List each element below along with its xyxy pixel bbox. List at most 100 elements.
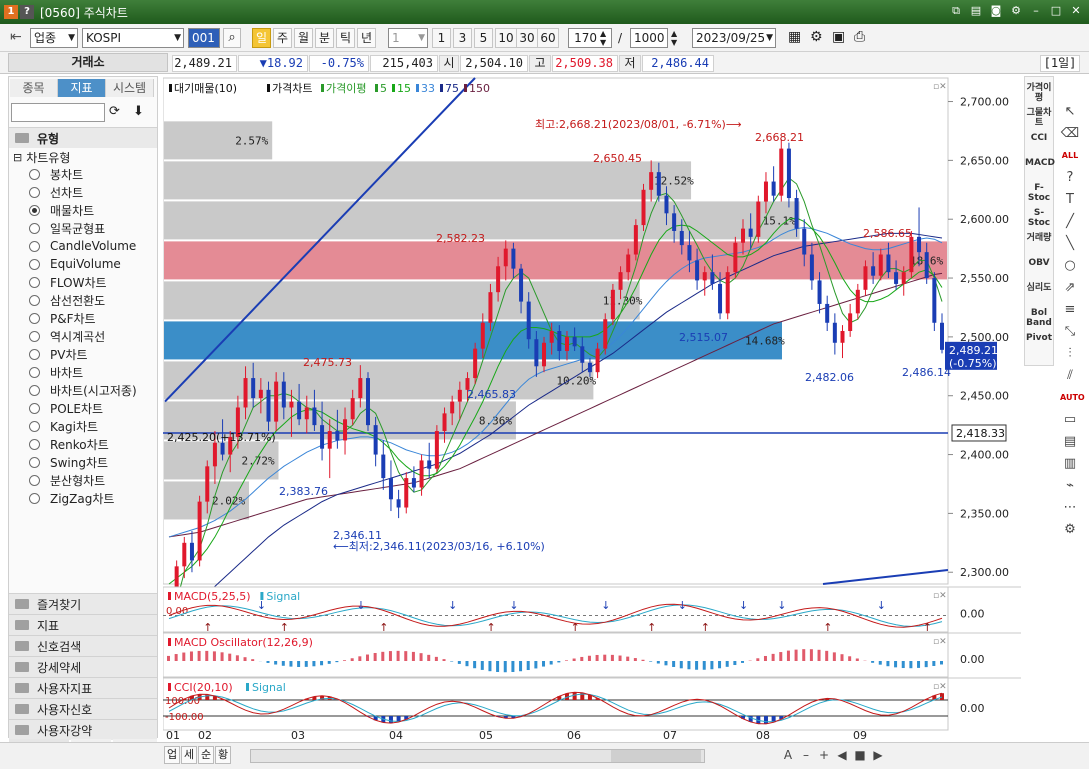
view-mode-button[interactable]: 세 (181, 746, 197, 764)
minimize-icon[interactable]: – (1029, 4, 1043, 18)
legend-item[interactable]: 33 (421, 82, 435, 95)
chart-type-option[interactable]: 분산형차트 (29, 471, 105, 489)
settings-icon[interactable]: ⚙ (1009, 4, 1023, 18)
period-button[interactable]: 분 (315, 28, 334, 48)
scroll-thumb[interactable] (611, 750, 701, 762)
indicator-shortcut[interactable]: F-Stoc (1025, 183, 1053, 205)
chart-type-option[interactable]: 봉차트 (29, 165, 83, 183)
count-button[interactable]: 30 (516, 28, 538, 48)
drawing-tool-icon[interactable]: ▭ (1060, 410, 1080, 430)
chart-type-option[interactable]: Renko차트 (29, 435, 109, 453)
sidebar-section[interactable]: 사용자강약 (9, 719, 157, 740)
drawing-tool-icon[interactable]: ⚙ (1060, 520, 1080, 540)
chart-type-option[interactable]: 역시계곡선 (29, 327, 105, 345)
chart-type-option[interactable]: 바차트 (29, 363, 83, 381)
print-icon[interactable]: ⎙ (854, 28, 865, 46)
search-icon[interactable]: ⌕ (223, 28, 241, 48)
save-icon[interactable]: ▣ (832, 28, 845, 46)
chart-type-option[interactable]: 선차트 (29, 183, 83, 201)
chart-type-option[interactable]: EquiVolume (29, 255, 121, 273)
panel-controls-icon[interactable]: ▫✕ (933, 82, 947, 92)
refresh-icon[interactable]: ⟳ (109, 104, 120, 119)
multiplier-select[interactable]: 1 ▼ (388, 28, 428, 48)
count-button[interactable]: 3 (453, 28, 472, 48)
code-input[interactable]: 001 (188, 28, 220, 48)
drawing-tool-icon[interactable]: ? (1060, 168, 1080, 188)
sidebar-tab[interactable]: 지표 (58, 79, 106, 97)
gear-icon[interactable]: ⚙ (810, 28, 823, 46)
type-header[interactable]: 유형 (9, 127, 157, 148)
view-mode-button[interactable]: 순 (198, 746, 214, 764)
period-button[interactable]: 일 (252, 28, 271, 48)
chart-type-option[interactable]: PV차트 (29, 345, 88, 363)
indicator-shortcut[interactable]: MACD (1025, 158, 1055, 180)
maximize-icon[interactable]: □ (1049, 4, 1063, 18)
chart-type-option[interactable]: P&F차트 (29, 309, 96, 327)
legend-item[interactable]: 가격차트 (272, 82, 312, 95)
chart-nav-button[interactable]: – (798, 746, 814, 764)
chart-type-option[interactable]: CandleVolume (29, 237, 136, 255)
drawing-tool-icon[interactable]: T (1060, 190, 1080, 210)
chart-nav-button[interactable]: A (780, 746, 796, 764)
chart-type-option[interactable]: 삼선전환도 (29, 291, 105, 309)
count-button[interactable]: 1 (432, 28, 451, 48)
drawing-tool-icon[interactable]: AUTO (1060, 388, 1085, 408)
chart-type-option[interactable]: 바차트(시고저종) (29, 381, 137, 399)
indicator-shortcut[interactable]: Bol Band (1025, 308, 1053, 330)
legend-item[interactable]: 5 (380, 82, 387, 95)
panel-controls-icon[interactable]: ▫✕ (933, 637, 947, 647)
legend-item[interactable]: 150 (469, 82, 490, 95)
drawing-tool-icon[interactable]: ╱ (1060, 212, 1080, 232)
drawing-tool-icon[interactable]: ↖ (1060, 102, 1080, 122)
chart-type-option[interactable]: Kagi차트 (29, 417, 98, 435)
drawing-tool-icon[interactable]: ▥ (1060, 454, 1080, 474)
link-icon[interactable]: ⧉ (949, 4, 963, 18)
market-select[interactable]: 업종 ▼ (30, 28, 78, 48)
copy-icon[interactable]: ▤ (969, 4, 983, 18)
drawing-tool-icon[interactable]: ⋯ (1060, 498, 1080, 518)
chart-nav-button[interactable]: ◀ (834, 746, 850, 764)
legend-item[interactable]: 대기매물(10) (174, 82, 237, 95)
chart-nav-button[interactable]: ■ (852, 746, 868, 764)
drawing-tool-icon[interactable]: ⫽ (1060, 366, 1080, 386)
sidebar-tab[interactable]: 시스템 (106, 79, 154, 97)
drawing-tool-icon[interactable]: ⫶ (1060, 344, 1080, 364)
indicator-shortcut[interactable]: 그물차트 (1025, 108, 1053, 130)
drawing-tool-icon[interactable]: ≡ (1060, 300, 1080, 320)
count-button[interactable]: 5 (474, 28, 493, 48)
chart-nav-button[interactable]: ▶ (870, 746, 886, 764)
chart-type-option[interactable]: FLOW차트 (29, 273, 107, 291)
period-button[interactable]: 년 (357, 28, 376, 48)
chart-area[interactable]: 2.57%12.52%15.1%18.6%11.30%14.68%10.20%8… (162, 76, 1021, 742)
view-mode-button[interactable]: 황 (215, 746, 231, 764)
drawing-tool-icon[interactable]: ⌫ (1060, 124, 1080, 144)
help-badge[interactable]: ? (20, 5, 34, 19)
indicator-shortcut[interactable]: OBV (1025, 258, 1053, 280)
max-count-stepper-icon[interactable]: ▲ ▼ (671, 29, 677, 47)
indicator-shortcut[interactable]: Pivot (1025, 333, 1053, 355)
drawing-tool-icon[interactable]: ╲ (1060, 234, 1080, 254)
panel-controls-icon[interactable]: ▫✕ (933, 682, 947, 692)
chart-svg[interactable]: 2.57%12.52%15.1%18.6%11.30%14.68%10.20%8… (162, 76, 1021, 742)
drawing-tool-icon[interactable]: ALL (1060, 146, 1080, 166)
indicator-shortcut[interactable]: 가격이평 (1025, 83, 1053, 105)
chart-type-option[interactable]: Swing차트 (29, 453, 108, 471)
chart-type-option[interactable]: ZigZag차트 (29, 489, 114, 507)
drawing-tool-icon[interactable]: ▤ (1060, 432, 1080, 452)
count-button[interactable]: 60 (537, 28, 559, 48)
drawing-tool-icon[interactable]: ⤡ (1060, 322, 1080, 342)
indicator-shortcut[interactable]: S-Stoc (1025, 208, 1053, 230)
legend-item[interactable]: 15 (397, 82, 411, 95)
chart-type-tree[interactable]: ⊟ 차트유형 (13, 149, 70, 166)
drawing-tool-icon[interactable]: ○ (1060, 256, 1080, 276)
legend-item[interactable]: 75 (445, 82, 459, 95)
download-icon[interactable]: ⬇ (133, 104, 144, 119)
view-mode-button[interactable]: 업 (164, 746, 180, 764)
chart-type-option[interactable]: POLE차트 (29, 399, 103, 417)
spin-updown-icon[interactable]: ▲ ▼ (600, 29, 606, 47)
sidebar-section[interactable]: 사용자신호 (9, 698, 157, 719)
indicator-search-input[interactable] (11, 103, 105, 122)
period-button[interactable]: 주 (273, 28, 292, 48)
drawing-tool-icon[interactable]: ⇗ (1060, 278, 1080, 298)
close-icon[interactable]: ✕ (1069, 4, 1083, 18)
